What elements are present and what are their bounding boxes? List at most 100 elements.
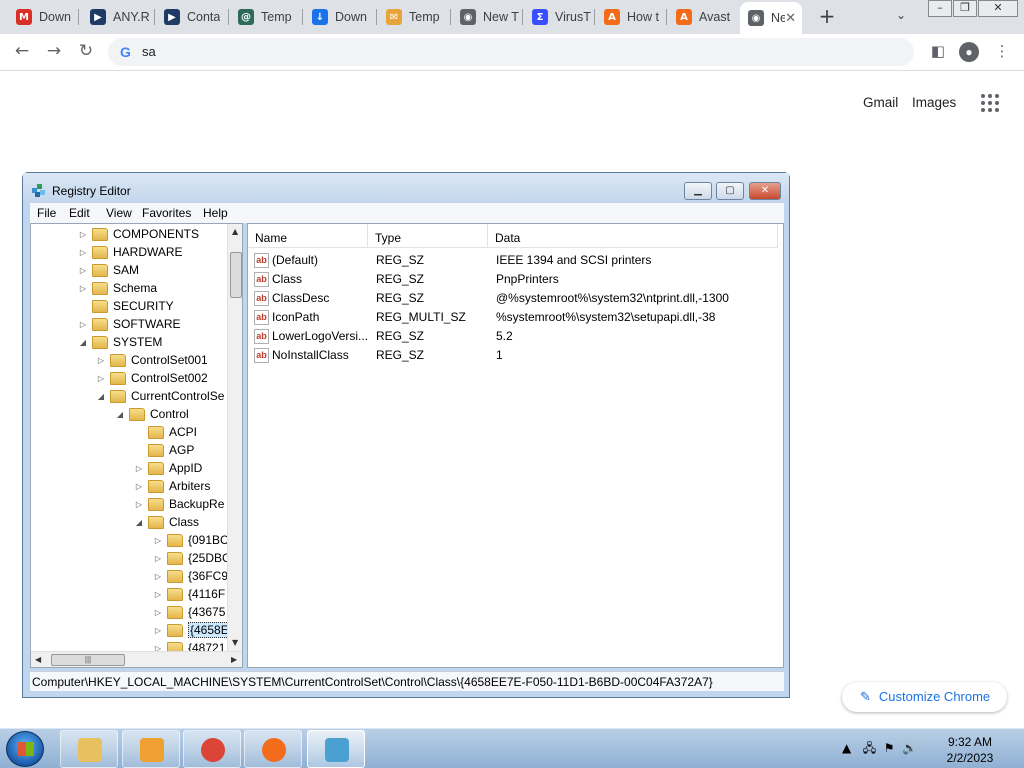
taskbar-chrome-button[interactable] (183, 730, 241, 768)
collapse-arrow-icon[interactable]: ◢ (114, 410, 126, 419)
network-icon[interactable]: 🖧 (863, 741, 876, 755)
registry-value-row[interactable]: ab IconPath REG_MULTI_SZ %systemroot%\syste… (248, 307, 783, 326)
registry-value-row[interactable]: ab ClassDesc REG_SZ @%systemroot%\system32\… (248, 288, 783, 307)
expand-arrow-icon[interactable]: ▷ (152, 536, 164, 545)
tray-expand-icon[interactable]: ▲ (842, 741, 851, 755)
tree-node[interactable]: AGP (133, 441, 194, 459)
taskbar-clock[interactable]: 9:32 AM 2/2/2023 (938, 734, 1002, 766)
expand-arrow-icon[interactable]: ▷ (133, 482, 145, 491)
tree-node[interactable]: ◢ Control (114, 405, 189, 423)
registry-editor-titlebar[interactable]: Registry Editor ▁ ▢ ✕ (23, 173, 789, 203)
address-bar[interactable]: G sa (108, 38, 914, 66)
tree-node[interactable]: ▷ SOFTWARE (77, 315, 181, 333)
start-button[interactable] (6, 731, 44, 767)
registry-value-row[interactable]: ab (Default) REG_SZ IEEE 1394 and SCSI prin… (248, 250, 783, 269)
tree-node[interactable]: ▷ {4658E (152, 621, 231, 639)
expand-arrow-icon[interactable]: ▷ (152, 608, 164, 617)
tree-node[interactable]: ▷ {4116F (152, 585, 225, 603)
menu-edit[interactable]: Edit (69, 206, 90, 220)
tree-node[interactable]: ▷ {25DBC (152, 549, 231, 567)
registry-value-row[interactable]: ab Class REG_SZ PnpPrinters (248, 269, 783, 288)
tree-vertical-scrollbar[interactable]: ▲ ▼ (227, 224, 242, 652)
collapse-arrow-icon[interactable]: ◢ (95, 392, 107, 401)
tree-node[interactable]: ◢ Class (133, 513, 199, 531)
expand-arrow-icon[interactable]: ▷ (152, 554, 164, 563)
expand-arrow-icon[interactable]: ▷ (77, 248, 89, 257)
expand-arrow-icon[interactable]: ▷ (77, 230, 89, 239)
expand-arrow-icon[interactable]: ▷ (133, 500, 145, 509)
tree-node[interactable]: ▷ {091BC (152, 531, 229, 549)
tree-node[interactable]: ▷ {36FC9 (152, 567, 228, 585)
regedit-close-button[interactable]: ✕ (749, 182, 781, 200)
tree-node[interactable]: ▷ AppID (133, 459, 202, 477)
registry-value-row[interactable]: ab LowerLogoVersi... REG_SZ 5.2 (248, 326, 783, 345)
expand-arrow-icon[interactable]: ▷ (133, 464, 145, 473)
scroll-left-arrow-icon[interactable]: ◀ (35, 655, 41, 664)
tree-node[interactable]: ▷ SAM (77, 261, 139, 279)
browser-tab[interactable]: Σ VirusT (524, 4, 592, 30)
customize-chrome-button[interactable]: ✎ Customize Chrome (842, 682, 1007, 712)
side-panel-icon[interactable]: ◧ (928, 42, 948, 62)
tree-node[interactable]: ◢ CurrentControlSe (95, 387, 224, 405)
scroll-right-arrow-icon[interactable]: ▶ (231, 655, 237, 664)
tree-horizontal-scrollbar[interactable]: ◀ ||| ▶ (31, 651, 242, 667)
tree-node[interactable]: ◢ SYSTEM (77, 333, 162, 351)
registry-value-row[interactable]: ab NoInstallClass REG_SZ 1 (248, 345, 783, 364)
column-header-type[interactable]: Type (368, 224, 488, 248)
tree-node[interactable]: ▷ ControlSet002 (95, 369, 208, 387)
menu-favorites[interactable]: Favorites (142, 206, 191, 220)
scroll-down-arrow-icon[interactable]: ▼ (232, 638, 238, 647)
expand-arrow-icon[interactable]: ▷ (77, 320, 89, 329)
tree-node[interactable]: ▷ Schema (77, 279, 157, 297)
browser-tab[interactable]: @ Temp (230, 4, 300, 30)
taskbar-explorer-button[interactable] (60, 730, 118, 768)
images-link[interactable]: Images (912, 95, 956, 110)
google-apps-icon[interactable] (981, 94, 999, 112)
taskbar-media-player-button[interactable] (122, 730, 180, 768)
reload-button[interactable]: ↻ (74, 41, 98, 63)
profile-avatar-icon[interactable]: ● (959, 42, 979, 62)
window-restore-button[interactable]: ❐ (953, 0, 977, 17)
gmail-link[interactable]: Gmail (863, 95, 898, 110)
menu-help[interactable]: Help (203, 206, 228, 220)
browser-tab[interactable]: ◉ New T (452, 4, 520, 30)
registry-tree[interactable]: ▷ COMPONENTS ▷ HARDWARE ▷ SAM ▷ Schema SECURITY ▷… (30, 223, 243, 668)
browser-tab[interactable]: ◉ Ne ✕ (740, 2, 802, 34)
taskbar-avast-button[interactable] (244, 730, 302, 768)
scroll-up-arrow-icon[interactable]: ▲ (232, 227, 238, 236)
column-header-data[interactable]: Data (488, 224, 778, 248)
browser-tab[interactable]: ✉ Temp (378, 4, 448, 30)
collapse-arrow-icon[interactable]: ◢ (133, 518, 145, 527)
expand-arrow-icon[interactable]: ▷ (95, 374, 107, 383)
browser-tab[interactable]: A Avast (668, 4, 736, 30)
expand-arrow-icon[interactable]: ▷ (95, 356, 107, 365)
browser-tab[interactable]: ▶ ANY.R (82, 4, 152, 30)
browser-tab[interactable]: M Down (8, 4, 76, 30)
new-tab-button[interactable]: + (816, 6, 838, 28)
chrome-menu-icon[interactable]: ⋮ (992, 42, 1012, 62)
regedit-maximize-button[interactable]: ▢ (716, 182, 744, 200)
tree-vscroll-thumb[interactable] (230, 252, 242, 298)
flag-icon[interactable]: ⚑ (884, 741, 895, 755)
collapse-arrow-icon[interactable]: ◢ (77, 338, 89, 347)
tree-node[interactable]: ▷ ControlSet001 (95, 351, 208, 369)
expand-arrow-icon[interactable]: ▷ (152, 572, 164, 581)
tree-hscroll-thumb[interactable]: ||| (51, 654, 125, 666)
expand-arrow-icon[interactable]: ▷ (77, 284, 89, 293)
column-header-name[interactable]: Name (248, 224, 368, 248)
tree-node[interactable]: ▷ Arbiters (133, 477, 210, 495)
address-bar-text[interactable]: sa (142, 44, 156, 59)
volume-icon[interactable]: 🔊 (902, 741, 917, 755)
browser-tab[interactable]: A How t (596, 4, 664, 30)
tree-node[interactable]: ACPI (133, 423, 197, 441)
browser-tab[interactable]: ▶ Conta (156, 4, 226, 30)
tree-node[interactable]: ▷ {43675 (152, 603, 225, 621)
regedit-minimize-button[interactable]: ▁ (684, 182, 712, 200)
registry-values-list[interactable]: Name Type Data ab (Default) REG_SZ IEEE 1394 … (247, 223, 784, 668)
tree-node[interactable]: ▷ HARDWARE (77, 243, 183, 261)
browser-tab[interactable]: ↓ Down (304, 4, 374, 30)
tree-node[interactable]: ▷ BackupRe (133, 495, 224, 513)
taskbar-regedit-button[interactable] (307, 730, 365, 768)
window-close-button[interactable]: ✕ (978, 0, 1018, 17)
expand-arrow-icon[interactable]: ▷ (152, 590, 164, 599)
